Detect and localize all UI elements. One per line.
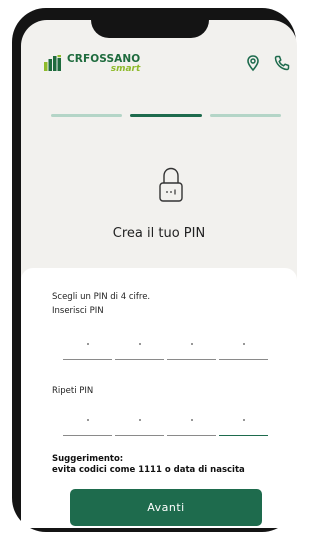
lock-icon: [155, 165, 187, 205]
pin-instruction: Scegli un PIN di 4 cifre.: [52, 292, 151, 302]
brand-logo: CRFOSSANO smart: [44, 54, 140, 74]
next-button[interactable]: Avanti: [70, 489, 262, 526]
repeat-pin-digit-3[interactable]: [167, 413, 216, 436]
hint-title: Suggerimento:: [52, 454, 124, 464]
step-2-active: [130, 114, 202, 117]
repeat-pin-label: Ripeti PIN: [52, 386, 94, 396]
phone-notch: [91, 8, 209, 38]
repeat-pin-input-row[interactable]: [63, 413, 269, 436]
step-1: [51, 114, 123, 117]
pin-digit-2[interactable]: [115, 337, 164, 360]
brand-sub: smart: [110, 63, 141, 74]
pin-digit-4[interactable]: [219, 337, 268, 360]
step-3: [209, 114, 281, 117]
repeat-pin-digit-1[interactable]: [63, 413, 112, 436]
hint-box: Suggerimento: evita codici come 1111 o d…: [52, 454, 245, 475]
app-screen: CRFOSSANO smart Crea il tuo PIN Scegli u…: [21, 20, 297, 528]
location-pin-icon[interactable]: [244, 54, 262, 72]
brand-name: CRFOSSANO: [67, 53, 141, 65]
repeat-pin-digit-2[interactable]: [115, 413, 164, 436]
phone-icon[interactable]: [273, 54, 291, 72]
pin-input-row[interactable]: [63, 337, 269, 360]
page-title: Crea il tuo PIN: [112, 226, 206, 241]
repeat-pin-digit-4[interactable]: [219, 413, 268, 436]
pin-digit-3[interactable]: [167, 337, 216, 360]
hint-text: evita codici come 1111 o data di nascita: [52, 464, 245, 475]
pin-digit-1[interactable]: [63, 337, 112, 360]
progress-steps: [51, 114, 281, 117]
pin-label: Inserisci PIN: [52, 306, 104, 316]
logo-mark-icon: [44, 55, 63, 71]
